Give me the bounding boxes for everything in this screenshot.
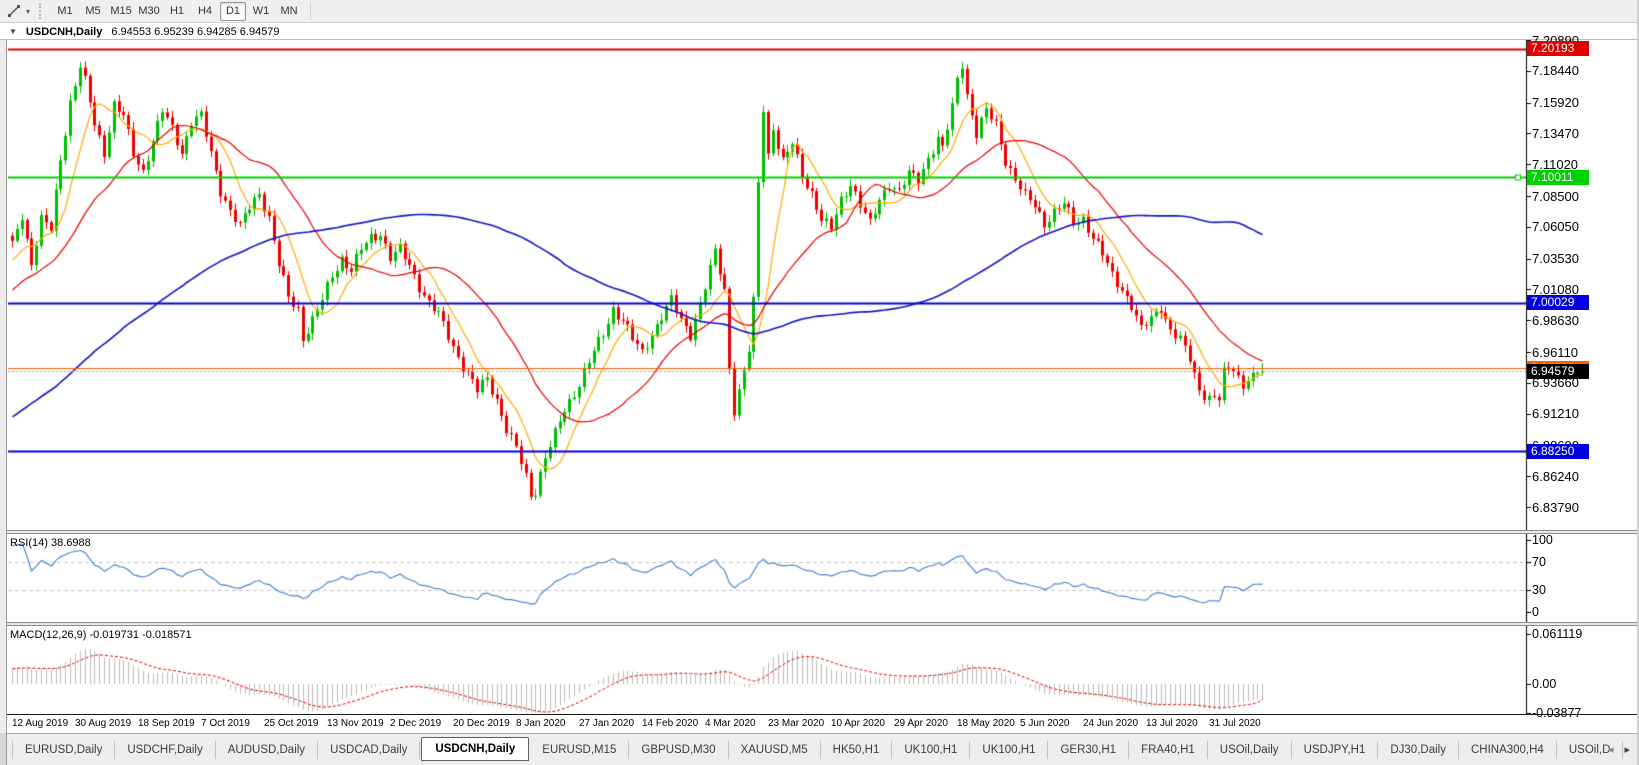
trendline-tool-button[interactable]: ▾ <box>3 2 33 20</box>
rsi-indicator-title: RSI(14) 38.6988 <box>10 537 91 549</box>
date-axis-label: 2 Dec 2019 <box>390 718 442 729</box>
tab-usdchf-daily[interactable]: USDCHF,Daily <box>115 740 216 759</box>
tab-scroll-left-icon[interactable]: ◂ <box>1608 743 1614 756</box>
date-axis-label: 10 Apr 2020 <box>831 718 885 729</box>
tab-usoil-daily[interactable]: USOil,Daily <box>1208 740 1292 759</box>
macd-indicator-title: MACD(12,26,9) -0.019731 -0.018571 <box>10 629 192 641</box>
collapse-chart-icon[interactable]: ▼ <box>9 27 17 36</box>
date-axis-label: 5 Jun 2020 <box>1020 718 1070 729</box>
time-axis[interactable]: 12 Aug 2019 30 Aug 2019 18 Sep 2019 7 Oct 2… <box>0 714 1637 733</box>
date-axis-label: 24 Jun 2020 <box>1083 718 1139 729</box>
date-axis-label: 8 Jan 2020 <box>516 718 566 729</box>
date-axis-label: 29 Apr 2020 <box>894 718 948 729</box>
toolbar-separator <box>310 3 312 19</box>
date-axis-label: 31 Jul 2020 <box>1209 718 1261 729</box>
tab-xauusd-m5[interactable]: XAUUSD,M5 <box>729 740 821 759</box>
tab-usdcnh-daily[interactable]: USDCNH,Daily <box>421 736 530 761</box>
date-axis-label: 13 Jul 2020 <box>1146 718 1198 729</box>
chart-symbol-label: USDCNH,Daily <box>25 25 103 38</box>
date-axis-label: 14 Feb 2020 <box>642 718 699 729</box>
chart-ohlc-values: 6.94553 6.95239 6.94285 6.94579 <box>111 25 280 38</box>
tab-usdjpy-h1[interactable]: USDJPY,H1 <box>1292 740 1379 759</box>
trading-terminal-screen: ▾ M1 M5 M15 M30 H1 H4 D1 W1 MN ▼ USDCNH,Daily 6.… <box>0 0 1639 765</box>
date-axis-label: 23 Mar 2020 <box>768 718 825 729</box>
main-price-chart-canvas[interactable] <box>0 40 1637 530</box>
timeframe-button-m5[interactable]: M5 <box>80 2 106 21</box>
date-axis-label: 12 Aug 2019 <box>12 718 69 729</box>
tab-china300-h4[interactable]: CHINA300,H4 <box>1459 740 1557 759</box>
macd-indicator-canvas[interactable] <box>0 626 1637 714</box>
timeframe-button-m15[interactable]: M15 <box>108 2 134 21</box>
trendline-tool-icon <box>8 5 20 17</box>
timeframe-button-mn[interactable]: MN <box>276 2 302 21</box>
tab-gbpusd-m30[interactable]: GBPUSD,M30 <box>629 740 729 759</box>
tab-scroll-right-icon[interactable]: ▸ <box>1624 743 1630 756</box>
timeframe-toolbar: ▾ M1 M5 M15 M30 H1 H4 D1 W1 MN <box>0 0 1637 23</box>
rsi-indicator-canvas[interactable] <box>0 534 1637 622</box>
tab-navigation: ◂ ▸ <box>1608 743 1630 756</box>
date-axis-label: 18 Sep 2019 <box>138 718 195 729</box>
date-axis-label: 20 Dec 2019 <box>453 718 510 729</box>
toolbar-grip[interactable] <box>39 3 44 19</box>
tab-audusd-daily[interactable]: AUDUSD,Daily <box>216 740 319 759</box>
tab-uk100-h1[interactable]: UK100,H1 <box>970 740 1049 759</box>
timeframe-button-d1[interactable]: D1 <box>220 1 247 21</box>
date-axis-label: 4 Mar 2020 <box>705 718 756 729</box>
timeframe-button-h4[interactable]: H4 <box>192 2 218 21</box>
date-axis-label: 7 Oct 2019 <box>201 718 250 729</box>
timeframe-button-w1[interactable]: W1 <box>248 2 274 21</box>
tab-eurusd-daily[interactable]: EURUSD,Daily <box>12 740 116 759</box>
rsi-panel-splitter[interactable] <box>0 530 1637 534</box>
tab-usdcad-daily[interactable]: USDCAD,Daily <box>318 740 421 759</box>
date-axis-label: 25 Oct 2019 <box>264 718 319 729</box>
timeframe-button-group: M1 M5 M15 M30 H1 H4 D1 W1 MN <box>51 1 303 21</box>
tab-hk50-h1[interactable]: HK50,H1 <box>821 740 893 759</box>
tab-eurusd-m15[interactable]: EURUSD,M15 <box>530 740 630 759</box>
timeframe-button-m1[interactable]: M1 <box>52 2 78 21</box>
tab-uk100-h1[interactable]: UK100,H1 <box>892 740 971 759</box>
tab-dj30-daily[interactable]: DJ30,Daily <box>1378 740 1459 759</box>
chart-tab-bar: EURUSD,Daily USDCHF,Daily AUDUSD,Daily USDC… <box>0 733 1637 765</box>
tab-ger30-h1[interactable]: GER30,H1 <box>1048 740 1130 759</box>
window-left-border <box>0 24 7 733</box>
date-axis-label: 13 Nov 2019 <box>327 718 384 729</box>
timeframe-button-h1[interactable]: H1 <box>164 2 190 21</box>
tab-fra40-h1[interactable]: FRA40,H1 <box>1129 740 1208 759</box>
date-axis-label: 30 Aug 2019 <box>75 718 132 729</box>
date-axis-label: 27 Jan 2020 <box>579 718 635 729</box>
tab-bar-grip <box>0 733 7 765</box>
chart-title-bar: ▼ USDCNH,Daily 6.94553 6.95239 6.94285 6… <box>0 24 1637 40</box>
timeframe-button-m30[interactable]: M30 <box>136 2 162 21</box>
date-axis-label: 18 May 2020 <box>957 718 1015 729</box>
chevron-down-icon: ▾ <box>26 6 31 16</box>
macd-panel-splitter[interactable] <box>0 622 1637 626</box>
